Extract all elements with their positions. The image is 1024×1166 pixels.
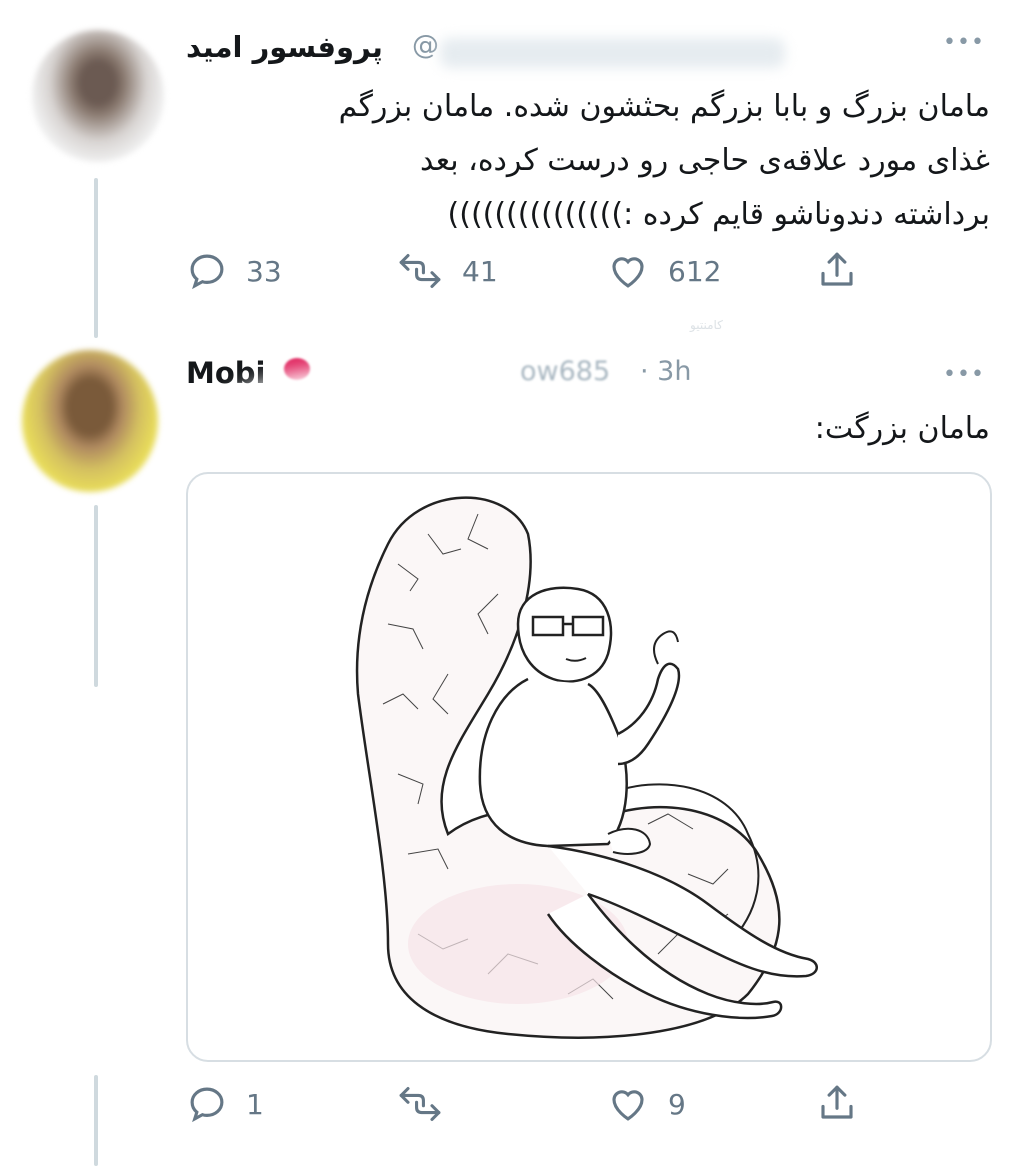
wojak-brain-chair-meme (355, 496, 818, 1039)
share-button[interactable] (816, 248, 858, 292)
handle[interactable]: ow685 (520, 356, 610, 387)
heart-icon (606, 1083, 650, 1125)
tweet-text-line: برداشته دندوناشو قایم کرده :))))))))))))… (447, 197, 990, 232)
retweet-count: 41 (462, 254, 498, 288)
more-icon[interactable]: ••• (943, 362, 985, 387)
handle-redaction (440, 38, 785, 68)
thread-line-bottom (94, 505, 98, 687)
reply-count: 1 (246, 1087, 264, 1121)
reply-count: 33 (246, 254, 282, 288)
tweet-text: مامان بزرگت: (814, 411, 990, 446)
watermark: کامنتیو (690, 318, 723, 332)
display-name[interactable]: پروفسور امید (186, 30, 383, 64)
reply-button[interactable]: 1 (186, 1083, 264, 1125)
retweet-button[interactable]: 41 (396, 250, 498, 292)
reply-icon (186, 1083, 228, 1125)
reply-button[interactable]: 33 (186, 250, 282, 292)
handle[interactable]: @ (412, 30, 439, 61)
share-button[interactable] (816, 1081, 858, 1125)
retweet-button[interactable] (396, 1083, 462, 1125)
thread-line-top (94, 178, 98, 338)
heart-icon (606, 250, 650, 292)
tweet-text-line: غذای مورد علاقه‌ی حاجی رو درست کرده، بعد (420, 143, 990, 178)
media-image[interactable] (186, 472, 992, 1062)
tweet-text: مامان بزرگ و بابا بزرگم بحثشون شده. ماما… (200, 80, 990, 242)
avatar[interactable] (32, 30, 164, 162)
redaction-blot (215, 368, 515, 473)
thread-line-footer (94, 1075, 98, 1166)
timestamp[interactable]: · 3h (640, 356, 691, 387)
more-icon[interactable]: ••• (943, 30, 985, 55)
share-icon (816, 1081, 858, 1125)
like-button[interactable]: 9 (606, 1083, 686, 1125)
share-icon (816, 248, 858, 292)
reply-icon (186, 250, 228, 292)
like-count: 612 (668, 254, 722, 288)
like-button[interactable]: 612 (606, 250, 721, 292)
avatar[interactable] (22, 350, 158, 492)
like-count: 9 (668, 1087, 686, 1121)
tweet-text-line: مامان بزرگ و بابا بزرگم بحثشون شده. ماما… (338, 89, 990, 124)
retweet-icon (396, 1083, 444, 1125)
retweet-icon (396, 250, 444, 292)
